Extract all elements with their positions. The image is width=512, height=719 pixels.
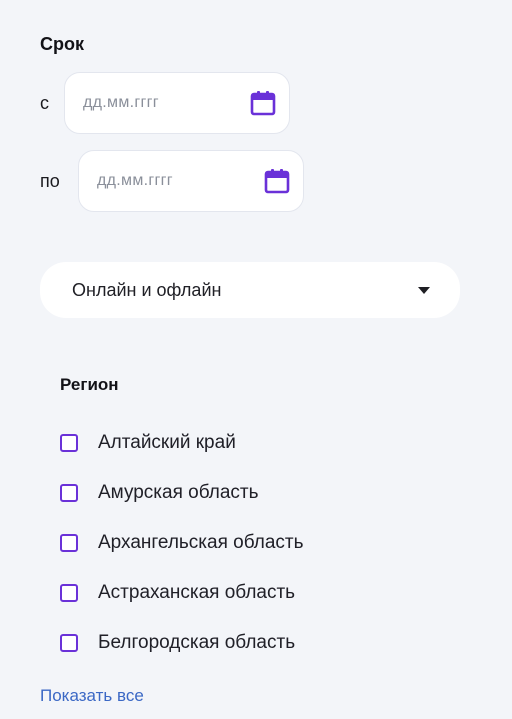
calendar-icon[interactable] (249, 89, 277, 117)
date-from-row: с дд.мм.гггг (40, 72, 290, 134)
region-label: Амурская область (98, 482, 259, 503)
chevron-down-icon[interactable] (418, 286, 430, 294)
region-label: Астраханская область (98, 582, 296, 603)
region-label: Белгородская область (98, 632, 296, 653)
region-label: Архангельская область (98, 532, 304, 553)
date-from-placeholder: дд.мм.гггг (83, 94, 159, 111)
region-item-arkhangelsk[interactable]: Архангельская область (60, 518, 304, 568)
region-list: Алтайский край Амурская область Архангел… (60, 418, 304, 668)
date-from-input[interactable]: дд.мм.гггг (64, 72, 290, 134)
region-checkbox[interactable] (60, 584, 78, 602)
date-to-input[interactable]: дд.мм.гггг (78, 150, 304, 212)
region-item-belgorod[interactable]: Белгородская область (60, 618, 304, 668)
region-checkbox[interactable] (60, 534, 78, 552)
region-title: Регион (60, 375, 119, 394)
date-from-label: с (40, 92, 49, 113)
region-checkbox[interactable] (60, 484, 78, 502)
calendar-icon[interactable] (263, 167, 291, 195)
region-item-amur[interactable]: Амурская область (60, 468, 304, 518)
date-to-placeholder: дд.мм.гггг (97, 172, 173, 189)
mode-selected-value: Онлайн и офлайн (72, 279, 222, 300)
filter-panel: Срок с дд.мм.гггг по дд.мм.гггг Онлайн и… (0, 0, 512, 719)
region-item-astrakhan[interactable]: Астраханская область (60, 568, 304, 618)
show-all-link[interactable]: Показать все (40, 686, 144, 706)
region-label: Алтайский край (98, 432, 236, 453)
term-title: Срок (40, 34, 84, 54)
region-item-altai[interactable]: Алтайский край (60, 418, 304, 468)
region-checkbox[interactable] (60, 634, 78, 652)
mode-select[interactable]: Онлайн и офлайн (40, 262, 460, 318)
region-checkbox[interactable] (60, 434, 78, 452)
date-to-row: по дд.мм.гггг (40, 150, 304, 212)
date-to-label: по (40, 170, 60, 191)
